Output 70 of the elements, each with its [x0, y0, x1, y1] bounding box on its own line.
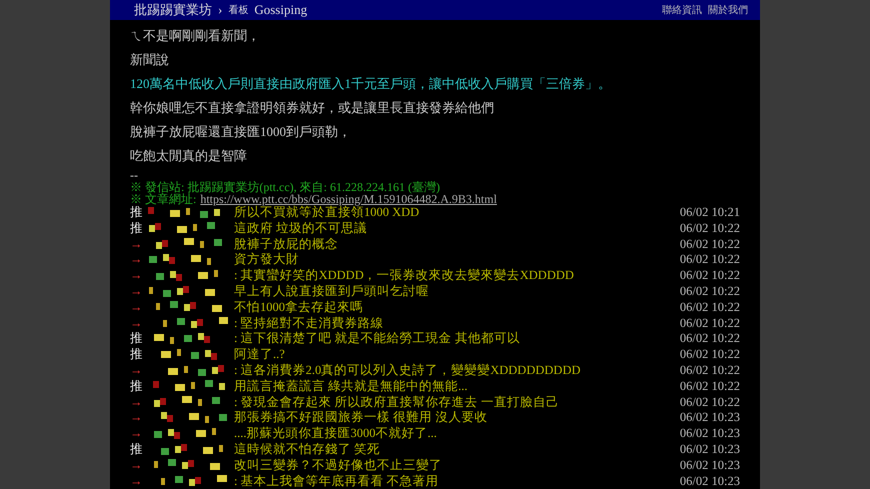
comment-text: 這政府 垃圾的不可思議	[234, 220, 368, 237]
comment-text: : 這各消費券2.0真的可以列入史詩了，變變變XDDDDDDDDD	[234, 362, 582, 380]
comment-text: 用謊言掩蓋謊言 綠共就是無能中的無能...	[234, 378, 468, 395]
breadcrumb-separator: ›	[218, 2, 222, 18]
comment-tag: →	[130, 300, 148, 315]
site-link[interactable]: 批踢踢實業坊	[134, 0, 212, 19]
comment-tag: →	[130, 426, 148, 442]
comment-tag: →	[130, 474, 148, 489]
comment-text: : 堅持絕對不走消費券路線	[234, 314, 385, 332]
source-line: ※ 發信站: 批踢踢實業坊(ptt.cc), 來自: 61.228.224.161 (臺灣)	[130, 180, 441, 193]
comment-tag: →	[130, 236, 148, 252]
url-label: ※ 文章網址:	[130, 192, 196, 205]
comment-tag: 推	[130, 220, 148, 237]
comment-text: 那張券搞不好跟國旅券一樣 很難用 沒人要收	[234, 409, 488, 426]
comment-time: 06/02 10:22	[680, 378, 740, 394]
comment-time: 06/02 10:22	[680, 252, 740, 268]
comment-time: 06/02 10:23	[680, 410, 740, 426]
comment-text: 早上有人說直接匯到戶頭叫乞討喔	[234, 283, 430, 300]
comment-text: 阿達了..?	[234, 346, 286, 364]
comment-text: 脫褲子放屁的概念	[234, 236, 339, 252]
comment-text: : 基本上我會等年底再看看 不急著用	[234, 472, 440, 489]
article-line: ㄟ不是啊剛剛看新聞，	[130, 26, 261, 45]
comment-text: 改叫三變券？不過好像也不止三變了	[234, 456, 443, 474]
comment-text: : 發現金會存起來 所以政府直接幫你存進去 一直打臉自己	[234, 394, 560, 410]
comment-tag: →	[130, 458, 148, 473]
comment-tag: →	[130, 284, 148, 300]
comment-time: 06/02 10:22	[680, 363, 740, 378]
board-label: 看板	[228, 4, 248, 17]
comment-time: 06/02 10:22	[680, 347, 740, 362]
comment-tag: →	[130, 394, 148, 410]
comment-tag: →	[130, 363, 148, 378]
comment-text: 所以不買就等於直接領1000 XDD	[234, 205, 420, 222]
comment-tag: 推	[130, 441, 148, 458]
comment-tag: →	[130, 268, 148, 284]
article-url-link[interactable]: https://www.ptt.cc/bbs/Gossiping/M.1591064482.A.9B3.html	[200, 192, 497, 205]
header-link[interactable]: 聯絡資訊	[662, 2, 702, 17]
comment-time: 06/02 10:22	[680, 220, 740, 236]
comment-tag: →	[130, 410, 148, 426]
comment-time: 06/02 10:22	[680, 236, 740, 252]
comment-time: 06/02 10:22	[680, 331, 740, 346]
comment-text: : 這下很清楚了吧 就是不能給勞工現金 其他都可以	[234, 330, 521, 348]
comment-tag: 推	[130, 204, 148, 222]
comment-text: 不怕1000拿去存起來嗎	[234, 298, 364, 316]
signature-separator: --	[130, 170, 139, 181]
comment-tag: 推	[130, 346, 148, 364]
comment-time: 06/02 10:23	[680, 458, 740, 473]
article-line: 幹你娘哩怎不直接拿證明領券就好，或是讓里長直接發券給他們	[130, 98, 495, 117]
comment-time: 06/02 10:22	[680, 284, 740, 300]
article-line: 120萬名中低收入戶則直接由政府匯入1千元至戶頭，讓中低收入戶購買「三倍券」。	[130, 74, 612, 93]
comment-tag: →	[130, 316, 148, 331]
comment-time: 06/02 10:21	[680, 205, 740, 220]
comment-time: 06/02 10:23	[680, 442, 740, 457]
comment-time: 06/02 10:22	[680, 300, 740, 315]
header-link[interactable]: 關於我們	[708, 2, 748, 17]
comment-text: ....那蘇光頭你直接匯3000不就好了...	[234, 425, 438, 442]
board-link[interactable]: Gossiping	[254, 2, 308, 18]
article-line: 新聞說	[130, 50, 170, 69]
article-line: 脫褲子放屁喔還直接匯1000到戶頭勒，	[130, 122, 352, 141]
comment-tag: 推	[130, 330, 148, 348]
article-line: 吃飽太閒真的是智障	[130, 146, 248, 165]
comment-text: : 其實蠻好笑的XDDDD，一張券改來改去變來變去XDDDDD	[234, 267, 575, 284]
comment-text: 這時候就不怕存錢了 笑死	[234, 441, 382, 458]
comment-time: 06/02 10:23	[680, 474, 740, 489]
comment-text: 資方發大財	[234, 251, 300, 268]
comment-tag: 推	[130, 378, 148, 395]
comment-time: 06/02 10:22	[680, 316, 740, 331]
comment-time: 06/02 10:22	[680, 268, 740, 284]
comment-time: 06/02 10:23	[680, 426, 740, 442]
comment-time: 06/02 10:22	[680, 394, 740, 410]
comment-tag: →	[130, 252, 148, 268]
